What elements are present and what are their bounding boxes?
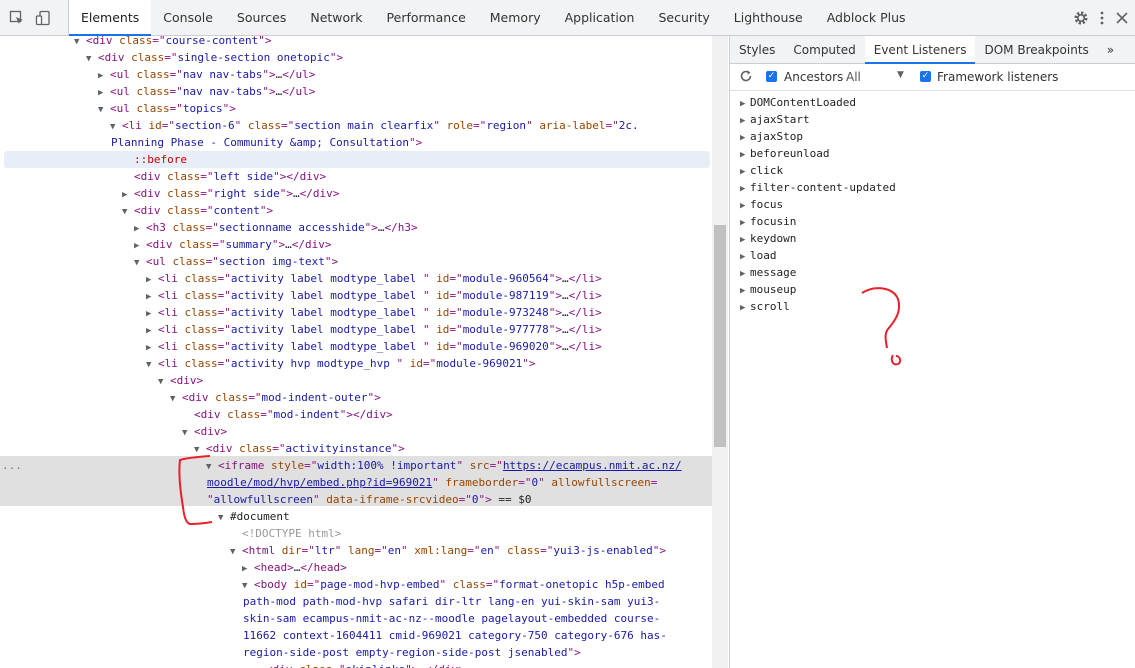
event-name: focusin [750, 215, 797, 228]
event-listener-item[interactable]: ▶ load [740, 247, 777, 264]
expand-triangle-icon[interactable]: ▶ [740, 300, 750, 317]
more-tabs-icon[interactable]: » [1098, 36, 1123, 64]
listener-type-select[interactable]: All [846, 70, 861, 84]
event-listener-item[interactable]: ▶ focus [740, 196, 783, 213]
ancestors-checkbox[interactable]: ✓ [766, 71, 777, 82]
event-listener-item[interactable]: ▶ ajaxStart [740, 111, 810, 128]
event-listener-item[interactable]: ▶ filter-content-updated [740, 179, 896, 196]
event-name: focus [750, 198, 784, 211]
event-listener-item[interactable]: ▶ scroll [740, 298, 790, 315]
sidebar-tab-dom-breakpoints[interactable]: DOM Breakpoints [975, 36, 1097, 64]
event-listener-item[interactable]: ▶ ajaxStop [740, 128, 803, 145]
event-name: keydown [750, 232, 797, 245]
event-listener-item[interactable]: ▶ message [740, 264, 796, 281]
event-name: message [750, 266, 797, 279]
event-name: ajaxStop [750, 130, 803, 143]
event-listener-item[interactable]: ▶ focusin [740, 213, 796, 230]
refresh-icon[interactable] [739, 69, 753, 86]
sidebar-tabs: Styles Computed Event Listeners DOM Breakpo… [730, 36, 1135, 64]
sidebar-tab-computed[interactable]: Computed [784, 36, 864, 64]
event-name: beforeunload [750, 147, 830, 160]
sidebar-tab-event-listeners[interactable]: Event Listeners [864, 36, 976, 64]
framework-listeners-checkbox[interactable]: ✓ [920, 71, 931, 82]
event-name: ajaxStart [750, 113, 810, 126]
event-name: click [750, 164, 784, 177]
event-name: filter-content-updated [750, 181, 896, 194]
event-listener-item[interactable]: ▶ mouseup [740, 281, 796, 298]
sidebar-tab-styles[interactable]: Styles [730, 36, 784, 64]
event-name: mouseup [750, 283, 797, 296]
event-name: scroll [750, 300, 790, 313]
framework-listeners-label: Framework listeners [937, 70, 1059, 84]
ancestors-label: Ancestors [784, 70, 844, 84]
event-listener-filter-bar: ✓ Ancestors All ▼ ✓ Framework listeners [730, 64, 1135, 91]
event-listener-item[interactable]: ▶ click [740, 162, 783, 179]
event-name: DOMContentLoaded [750, 96, 856, 109]
event-name: load [750, 249, 777, 262]
chevron-down-icon[interactable]: ▼ [897, 70, 904, 80]
event-listener-item[interactable]: ▶ beforeunload [740, 145, 829, 162]
red-annotation-drawing [178, 287, 902, 526]
event-listener-item[interactable]: ▶ keydown [740, 230, 796, 247]
event-listener-item[interactable]: ▶ DOMContentLoaded [740, 94, 856, 111]
